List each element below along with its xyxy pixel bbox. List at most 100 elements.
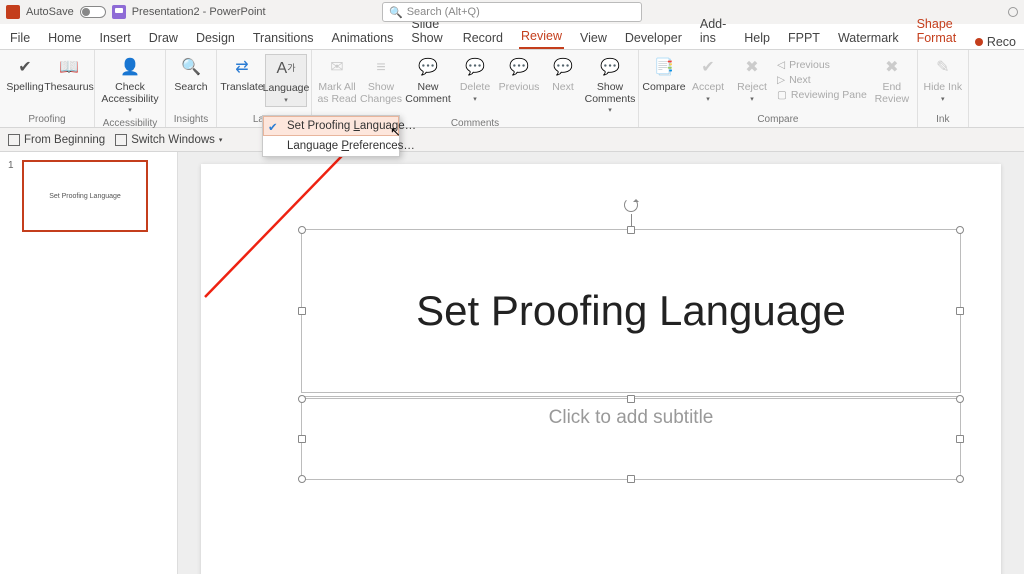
subtitle-textbox[interactable]: Click to add subtitle (301, 396, 961, 480)
tab-shape-format[interactable]: Shape Format (915, 13, 961, 49)
reject-icon: ✖︎ (738, 56, 766, 80)
ink-icon: ✎ (929, 56, 957, 80)
switch-windows-button[interactable]: Switch Windows ▾ (115, 134, 222, 146)
group-compare: 📑Compare ✔︎Accept▾ ✖︎Reject▾ ◁ Previous … (639, 50, 918, 127)
tab-file[interactable]: File (8, 27, 32, 49)
resize-handle[interactable] (298, 435, 306, 443)
autosave-label: AutoSave (26, 6, 74, 18)
chevron-down-icon: ▾ (219, 136, 223, 144)
tab-developer[interactable]: Developer (623, 27, 684, 49)
tab-animations[interactable]: Animations (330, 27, 396, 49)
resize-handle[interactable] (298, 395, 306, 403)
next-icon: 💬 (549, 56, 577, 80)
resize-handle[interactable] (627, 475, 635, 483)
slide-canvas-area[interactable]: Set Proofing Language Click to add subti… (178, 152, 1024, 574)
title-text[interactable]: Set Proofing Language (416, 287, 846, 335)
hide-ink-button: ✎Hide Ink▾ (922, 54, 964, 105)
translate-icon: ⇄ (228, 56, 256, 80)
rotate-handle[interactable] (624, 198, 638, 212)
accept-icon: ✔︎ (694, 56, 722, 80)
record-indicator[interactable]: Reco (975, 35, 1016, 49)
translate-button[interactable]: ⇄Translate (221, 54, 263, 96)
accessibility-icon: 👤 (116, 56, 144, 80)
from-beginning-button[interactable]: From Beginning (8, 134, 105, 146)
resize-handle[interactable] (956, 435, 964, 443)
thesaurus-button[interactable]: 📖Thesaurus (48, 54, 90, 96)
tab-home[interactable]: Home (46, 27, 83, 49)
group-label-proofing: Proofing (4, 113, 90, 127)
tab-fppt[interactable]: FPPT (786, 27, 822, 49)
search-icon: 🔍 (177, 56, 205, 80)
set-proofing-language-item[interactable]: ✔︎ Set Proofing Language… (263, 116, 399, 136)
accept-button: ✔︎Accept▾ (687, 54, 729, 105)
tab-design[interactable]: Design (194, 27, 237, 49)
resize-handle[interactable] (956, 395, 964, 403)
end-review-icon: ✖︎ (878, 56, 906, 80)
tab-view[interactable]: View (578, 27, 609, 49)
resize-handle[interactable] (956, 307, 964, 315)
slide-thumbnail-1[interactable]: Set Proofing Language (22, 160, 148, 232)
compare-previous-button: ◁ Previous (775, 58, 869, 72)
compare-button[interactable]: 📑Compare (643, 54, 685, 96)
resize-handle[interactable] (298, 307, 306, 315)
record-dot-icon (975, 38, 983, 46)
previous-comment-button: 💬Previous (498, 54, 540, 96)
language-icon: A가 (272, 57, 300, 81)
show-comments-button[interactable]: 💬Show Comments▾ (586, 54, 634, 117)
autosave-toggle[interactable] (80, 6, 106, 18)
tab-insert[interactable]: Insert (98, 27, 133, 49)
title-textbox[interactable]: Set Proofing Language (301, 229, 961, 393)
search-placeholder: Search (Alt+Q) (407, 6, 480, 18)
search-box[interactable]: 🔍 Search (Alt+Q) (382, 2, 642, 22)
end-review-button: ✖︎End Review (871, 54, 913, 107)
previous-icon: 💬 (505, 56, 533, 80)
subtitle-placeholder[interactable]: Click to add subtitle (549, 407, 714, 479)
resize-handle[interactable] (298, 475, 306, 483)
slide-thumbnail-panel[interactable]: 1 Set Proofing Language (0, 152, 178, 574)
resize-handle[interactable] (627, 395, 635, 403)
spelling-button[interactable]: ✔︎Spelling (4, 54, 46, 96)
quick-access-bar: From Beginning Switch Windows ▾ (0, 128, 1024, 152)
mouse-cursor-icon: ↖ (390, 124, 401, 140)
smart-search-button[interactable]: 🔍Search (170, 54, 212, 96)
slide[interactable]: Set Proofing Language Click to add subti… (201, 164, 1001, 574)
show-changes-button: ≡Show Changes (360, 54, 402, 107)
compare-next-button: ▷ Next (775, 73, 869, 87)
tab-review[interactable]: Review (519, 25, 564, 49)
resize-handle[interactable] (956, 475, 964, 483)
new-comment-button[interactable]: 💬New Comment (404, 54, 452, 107)
spelling-icon: ✔︎ (11, 56, 39, 80)
check-accessibility-button[interactable]: 👤Check Accessibility▾ (99, 54, 161, 117)
compare-icon: 📑 (650, 56, 678, 80)
reviewing-pane-button: ▢ Reviewing Pane (775, 88, 869, 102)
delete-comment-icon: 💬 (461, 56, 489, 80)
language-dropdown: ✔︎ Set Proofing Language… Language Prefe… (262, 115, 400, 157)
chevron-down-icon: ▾ (128, 107, 132, 115)
resize-handle[interactable] (956, 226, 964, 234)
mic-icon[interactable] (1008, 7, 1018, 17)
changes-icon: ≡ (367, 56, 395, 80)
resize-handle[interactable] (298, 226, 306, 234)
powerpoint-app-icon (6, 5, 20, 19)
tab-transitions[interactable]: Transitions (251, 27, 316, 49)
group-insights: 🔍Search Insights (166, 50, 217, 127)
language-preferences-item[interactable]: Language Preferences… (263, 136, 399, 156)
tab-addins[interactable]: Add-ins (698, 13, 728, 49)
chevron-down-icon: ▾ (284, 97, 288, 105)
search-icon: 🔍 (389, 6, 403, 19)
tab-draw[interactable]: Draw (147, 27, 180, 49)
proofing-icon: ✔︎ (268, 120, 282, 134)
ribbon-tabs: File Home Insert Draw Design Transitions… (0, 24, 1024, 50)
mark-read-icon: ✉︎ (323, 56, 351, 80)
resize-handle[interactable] (627, 226, 635, 234)
tab-watermark[interactable]: Watermark (836, 27, 901, 49)
delete-comment-button: 💬Delete▾ (454, 54, 496, 105)
reject-button: ✖︎Reject▾ (731, 54, 773, 105)
tab-record[interactable]: Record (461, 27, 505, 49)
tab-help[interactable]: Help (742, 27, 772, 49)
workspace: 1 Set Proofing Language Set Proofing Lan… (0, 152, 1024, 574)
new-comment-icon: 💬 (414, 56, 442, 80)
save-icon[interactable] (112, 5, 126, 19)
document-name: Presentation2 - PowerPoint (132, 6, 266, 18)
language-button[interactable]: A가Language▾ (265, 54, 307, 107)
